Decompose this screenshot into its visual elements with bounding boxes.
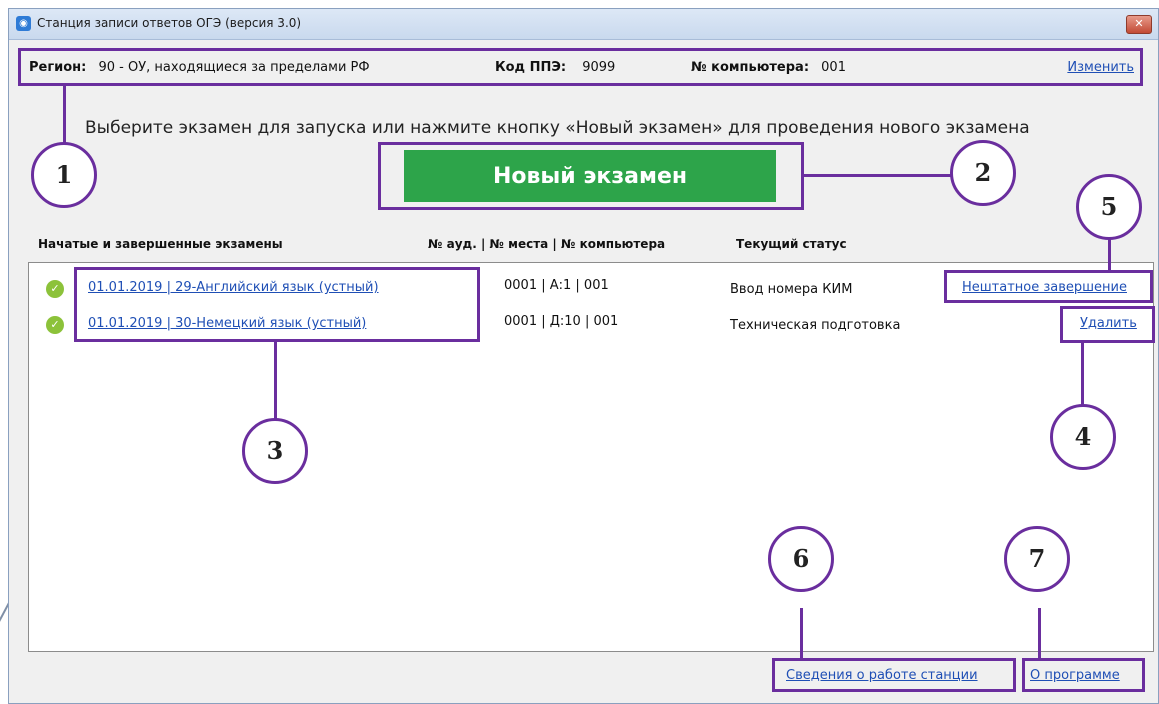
computer-info: № компьютера: 001 [691, 60, 846, 75]
callout-3: 3 [242, 418, 308, 484]
close-button[interactable]: ✕ [1126, 15, 1152, 34]
column-header-exams: Начатые и завершенные экзамены [38, 237, 283, 251]
exam-status-1: Ввод номера КИМ [730, 282, 853, 297]
abnormal-finish-highlight [944, 270, 1153, 303]
exam-status-2: Техническая подготовка [730, 318, 901, 333]
callout-line-7 [1038, 608, 1041, 658]
column-header-status: Текущий статус [736, 237, 847, 251]
change-link[interactable]: Изменить [1067, 60, 1134, 75]
callout-line-1 [63, 86, 66, 146]
completed-check-icon: ✓ [46, 316, 64, 334]
exam-place-1: 0001 | А:1 | 001 [504, 278, 609, 293]
computer-label: № компьютера: [691, 60, 810, 75]
completed-check-icon: ✓ [46, 280, 64, 298]
callout-line-5 [1108, 238, 1111, 270]
region-value: 90 - ОУ, находящиеся за пределами РФ [98, 60, 370, 75]
callout-line-3 [274, 342, 277, 420]
computer-value: 001 [821, 60, 846, 75]
exam-place-2: 0001 | Д:10 | 001 [504, 314, 619, 329]
ppe-label: Код ППЭ: [495, 60, 567, 75]
station-info-bar: Регион: 90 - ОУ, находящиеся за пределам… [18, 48, 1143, 86]
column-header-place: № ауд. | № места | № компьютера [428, 237, 666, 251]
window-title: Станция записи ответов ОГЭ (версия 3.0) [37, 16, 302, 30]
region-info: Регион: 90 - ОУ, находящиеся за пределам… [29, 60, 370, 75]
about-link[interactable]: О программе [1030, 668, 1120, 683]
region-label: Регион: [29, 60, 87, 75]
ppe-value: 9099 [582, 60, 616, 75]
callout-6: 6 [768, 526, 834, 592]
exam-links-highlight [74, 267, 480, 342]
title-bar: ◉ Станция записи ответов ОГЭ (версия 3.0… [9, 9, 1158, 40]
callout-line-2 [804, 174, 954, 177]
delete-highlight [1060, 306, 1155, 343]
callout-7: 7 [1004, 526, 1070, 592]
app-icon: ◉ [16, 16, 31, 31]
callout-1: 1 [31, 142, 97, 208]
callout-line-6 [800, 608, 803, 658]
ppe-info: Код ППЭ: 9099 [495, 60, 615, 75]
new-exam-button[interactable]: Новый экзамен [404, 150, 776, 202]
callout-5: 5 [1076, 174, 1142, 240]
station-info-link[interactable]: Сведения о работе станции [786, 668, 978, 683]
callout-2: 2 [950, 140, 1016, 206]
instruction-text: Выберите экзамен для запуска или нажмите… [85, 118, 1030, 138]
callout-line-4 [1081, 343, 1084, 409]
callout-4: 4 [1050, 404, 1116, 470]
